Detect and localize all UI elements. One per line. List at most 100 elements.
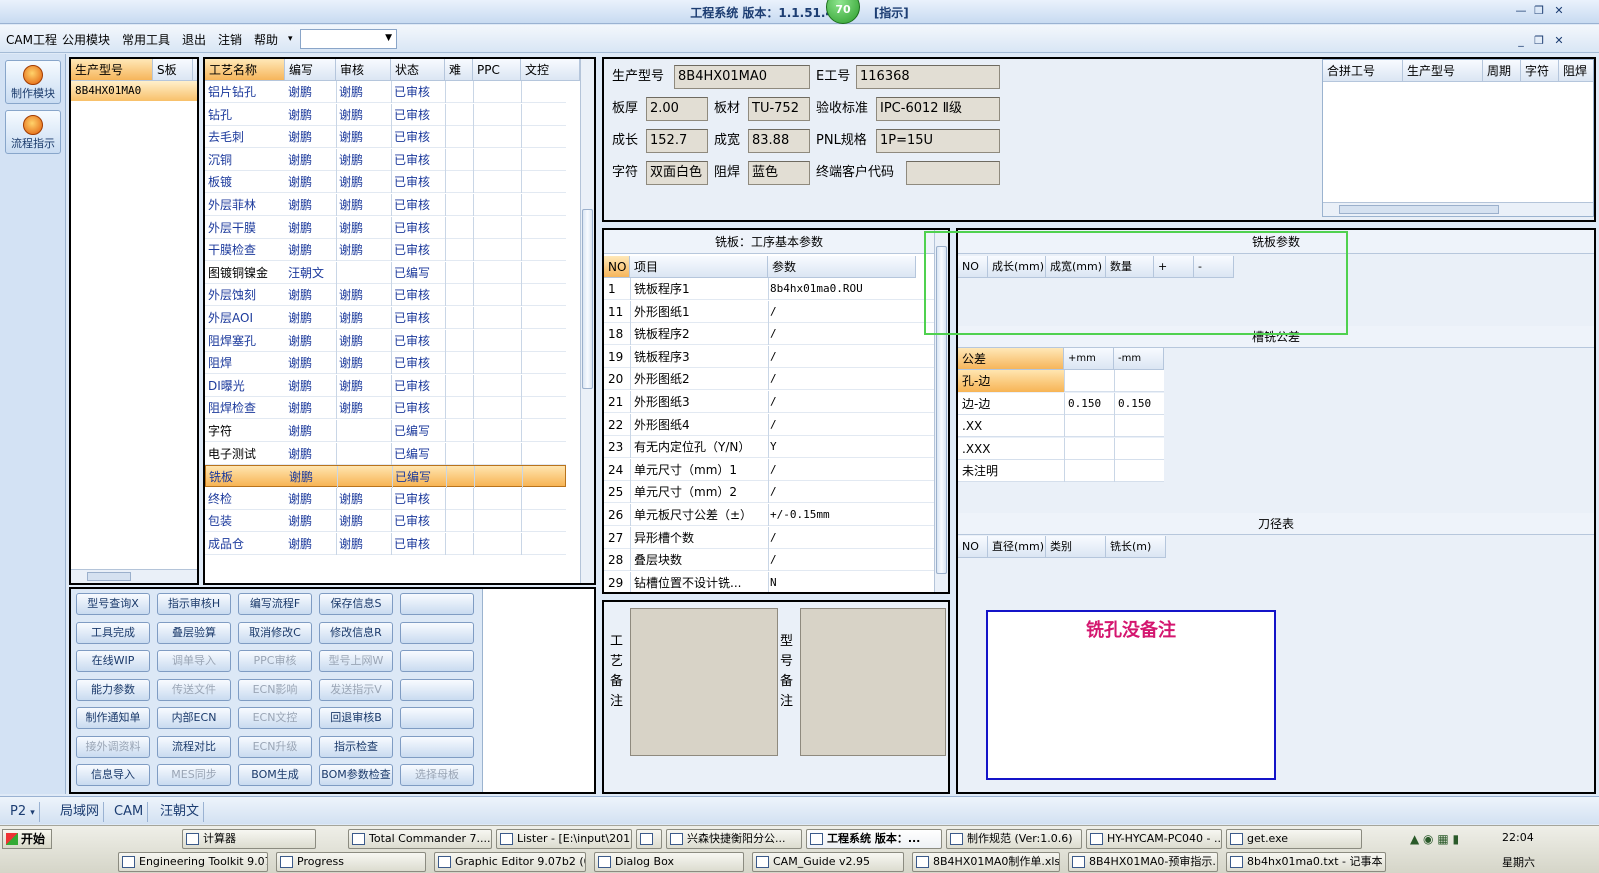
menu-more-icon[interactable]: ▾ [288,34,293,44]
taskbar-item[interactable]: 8B4HX01MA0-预审指示... [1068,852,1218,872]
process-col-header[interactable]: 状态 [391,59,445,81]
taskbar-item[interactable]: CAM_Guide v2.95 [752,852,904,872]
taskbar-item[interactable]: Total Commander 7.... [348,829,492,849]
s-board-col-header[interactable]: S板 [153,59,193,81]
table-row[interactable]: 未注明 [958,460,1164,483]
taskbar-item[interactable]: Progress [276,852,426,872]
action-button[interactable]: 工具完成 [76,621,150,644]
standard-field[interactable]: IPC-6012 Ⅱ级 [876,97,1000,121]
action-button[interactable]: 选择母板 [400,764,474,786]
action-button[interactable]: MES同步 [157,764,231,786]
mdi-close-icon[interactable]: ✕ [1552,34,1566,48]
action-button[interactable]: 回退审核B [319,707,393,729]
action-button[interactable]: ECN文控 [238,707,312,729]
tab-cam[interactable]: CAM [110,802,149,822]
menu-exit[interactable]: 退出 [182,31,206,48]
action-button[interactable]: 内部ECN [157,707,231,729]
table-row[interactable]: 24 单元尺寸（mm）1 / [604,458,934,481]
taskbar-item[interactable]: 制作规范 (Ver:1.0.6) [946,829,1082,849]
tab-user[interactable]: 汪朝文 [156,802,205,822]
table-row[interactable]: 外层AOI 谢鹏 谢鹏 已审核 [205,307,566,329]
process-col-header[interactable]: 审核 [336,59,391,81]
action-button[interactable] [400,707,474,729]
table-row[interactable]: 干膜检查 谢鹏 谢鹏 已审核 [205,239,566,262]
table-row[interactable]: 成品仓 谢鹏 谢鹏 已审核 [205,533,566,555]
action-button[interactable]: 指示审核H [157,593,231,615]
table-row[interactable]: 28 叠层块数 / [604,549,934,572]
menu-help[interactable]: 帮助 [254,31,278,48]
model-row[interactable]: 8B4HX01MA0 [71,81,197,101]
menu-common-module[interactable]: 公用模块 [62,31,110,48]
action-button[interactable]: BOM生成 [238,764,312,786]
table-row[interactable]: 沉铜 谢鹏 谢鹏 已审核 [205,148,566,171]
action-button[interactable]: ECN影响 [238,678,312,701]
table-row[interactable]: 电子测试 谢鹏 已编写 [205,442,566,465]
table-row[interactable]: 图镀铜镍金 汪朝文 已编写 [205,261,566,284]
table-row[interactable]: DI曝光 谢鹏 谢鹏 已审核 [205,374,566,397]
table-row[interactable]: .XXX [958,437,1164,460]
table-row[interactable]: 边-边 0.150 0.150 [958,392,1164,415]
table-row[interactable]: 铝片钻孔 谢鹏 谢鹏 已审核 [205,81,566,103]
table-row[interactable]: 1 铣板程序1 8b4hx01ma0.ROU [604,278,934,300]
char-field[interactable]: 双面白色 [646,161,708,185]
table-row[interactable]: 29 钻槽位置不设计铣... N [604,571,934,592]
process-remark-textarea[interactable] [630,608,778,756]
taskbar-item[interactable]: 8b4hx01ma0.txt - 记事本 [1226,852,1386,872]
table-row[interactable]: 18 铣板程序2 / [604,323,934,346]
table-row[interactable]: 21 外形图纸3 / [604,391,934,413]
mdi-minimize-icon[interactable]: _ [1514,34,1528,48]
start-button[interactable]: 开始 [2,829,52,849]
process-table-vscroll[interactable] [580,59,594,583]
table-row[interactable]: 外层菲林 谢鹏 谢鹏 已审核 [205,194,566,216]
combine-col-header[interactable]: 合拼工号 [1323,60,1403,82]
table-row[interactable]: 27 异形槽个数 / [604,526,934,549]
model-list-hscroll[interactable] [71,569,197,583]
menu-logout[interactable]: 注销 [218,31,242,48]
action-button[interactable] [400,650,474,672]
action-button[interactable] [400,735,474,758]
menu-dropdown[interactable]: ▼ [300,29,397,49]
p2-selector[interactable]: P2 ▾ [6,802,40,822]
process-col-header[interactable]: 难 [445,59,473,81]
table-row[interactable]: 钻孔 谢鹏 谢鹏 已审核 [205,103,566,126]
action-button[interactable]: 型号查询X [76,593,150,615]
action-button[interactable]: 保存信息S [319,593,393,615]
scroll-thumb[interactable] [582,209,593,389]
length-field[interactable]: 152.7 [646,129,708,153]
combine-col-header[interactable]: 周期 [1483,60,1521,82]
thickness-field[interactable]: 2.00 [646,97,708,121]
tool-col-header[interactable]: NO [958,536,988,558]
tool-col-header[interactable]: 直径(mm) [988,536,1046,558]
slot-col-header[interactable]: 公差 [958,348,1064,370]
table-row[interactable]: 阻焊塞孔 谢鹏 谢鹏 已审核 [205,329,566,352]
table-row[interactable]: 去毛刺 谢鹏 谢鹏 已审核 [205,126,566,149]
flow-instruction-button[interactable]: 流程指示 [5,110,61,154]
model-remark-textarea[interactable] [800,608,946,756]
action-button[interactable]: 流程对比 [157,735,231,758]
action-button[interactable]: 叠层验算 [157,621,231,644]
table-row[interactable]: 阻焊 谢鹏 谢鹏 已审核 [205,352,566,375]
e-col-header[interactable]: E [193,59,197,81]
process-col-header[interactable]: 编写 [285,59,336,81]
action-button[interactable]: 信息导入 [76,764,150,786]
width-field[interactable]: 83.88 [748,129,810,153]
action-button[interactable]: 调单导入 [157,650,231,672]
table-row[interactable]: 19 铣板程序3 / [604,345,934,368]
action-button[interactable]: 制作通知单 [76,707,150,729]
process-col-header[interactable]: 工艺名称 [205,59,285,81]
table-row[interactable]: 包装 谢鹏 谢鹏 已审核 [205,510,566,533]
table-row[interactable]: 22 外形图纸4 / [604,413,934,436]
action-button[interactable]: 编写流程F [238,593,312,615]
action-button[interactable]: 型号上网W [319,650,393,672]
taskbar-item[interactable] [636,829,662,849]
combine-col-header[interactable]: 阻焊 [1559,60,1593,82]
table-row[interactable]: .XX [958,415,1164,438]
action-button[interactable]: 传送文件 [157,678,231,701]
taskbar-item[interactable]: 计算器 [182,829,316,849]
combine-col-header[interactable]: 字符 [1521,60,1559,82]
make-module-button[interactable]: 制作模块 [5,60,61,104]
prod-model-field[interactable]: 8B4HX01MA0 [674,65,810,89]
menu-tools[interactable]: 常用工具 [122,31,170,48]
params-col-header[interactable]: 参数 [768,256,916,278]
close-icon[interactable]: ✕ [1552,4,1566,18]
